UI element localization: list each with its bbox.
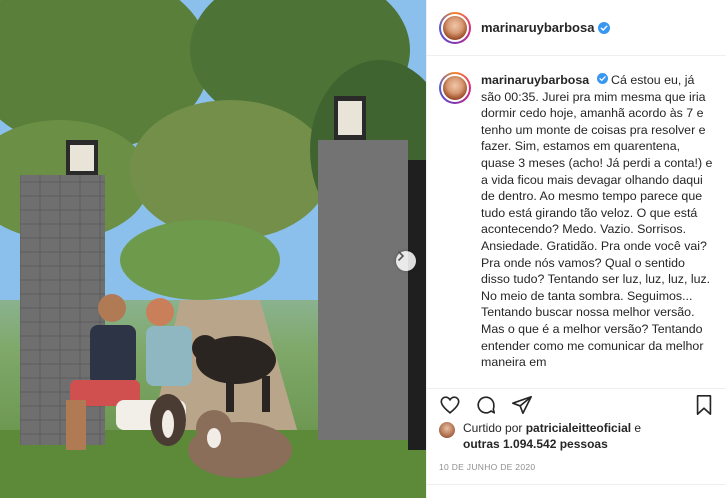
verified-badge-icon	[598, 21, 611, 34]
verified-badge-icon	[596, 73, 608, 84]
photo-scene	[0, 0, 426, 498]
caption-comment: marinaruybarbosa Cá estou eu, já são 00:…	[439, 72, 714, 371]
comment-icon[interactable]	[475, 394, 497, 416]
post-photo[interactable]	[0, 0, 426, 498]
bookmark-icon[interactable]	[694, 394, 714, 416]
caption-text: marinaruybarbosa Cá estou eu, já são 00:…	[481, 72, 714, 371]
post-side-panel: marinaruybarbosa marinaruybarbosa Cá est…	[426, 0, 726, 498]
action-bar	[427, 388, 726, 420]
carousel-next-button[interactable]	[396, 251, 416, 271]
likes-others-link[interactable]: outras 1.094.542 pessoas	[463, 437, 608, 451]
caption-body: Cá estou eu, já são 00:35. Jurei pra mim…	[481, 73, 713, 370]
likes-summary: Curtido por patricialeitteoficial e outr…	[439, 420, 714, 452]
author-username[interactable]: marinaruybarbosa	[481, 20, 594, 35]
chevron-right-icon	[398, 251, 405, 261]
caption-author-avatar[interactable]	[439, 72, 471, 104]
liker-username[interactable]: patricialeitteoficial	[526, 421, 631, 435]
comments-section[interactable]: marinaruybarbosa Cá estou eu, já são 00:…	[427, 56, 726, 380]
post-header: marinaruybarbosa	[427, 0, 726, 56]
share-icon[interactable]	[511, 394, 533, 416]
liker-avatar[interactable]	[439, 422, 455, 438]
heart-icon[interactable]	[439, 394, 461, 416]
author-avatar[interactable]	[439, 11, 471, 44]
likes-text: Curtido por patricialeitteoficial e outr…	[463, 420, 641, 452]
likes-conjunction: e	[631, 421, 642, 435]
post-date[interactable]: 10 DE JUNHO DE 2020	[439, 462, 535, 472]
caption-username[interactable]: marinaruybarbosa	[481, 73, 589, 87]
add-comment-bar[interactable]	[427, 484, 726, 499]
likes-prefix: Curtido por	[463, 421, 526, 435]
